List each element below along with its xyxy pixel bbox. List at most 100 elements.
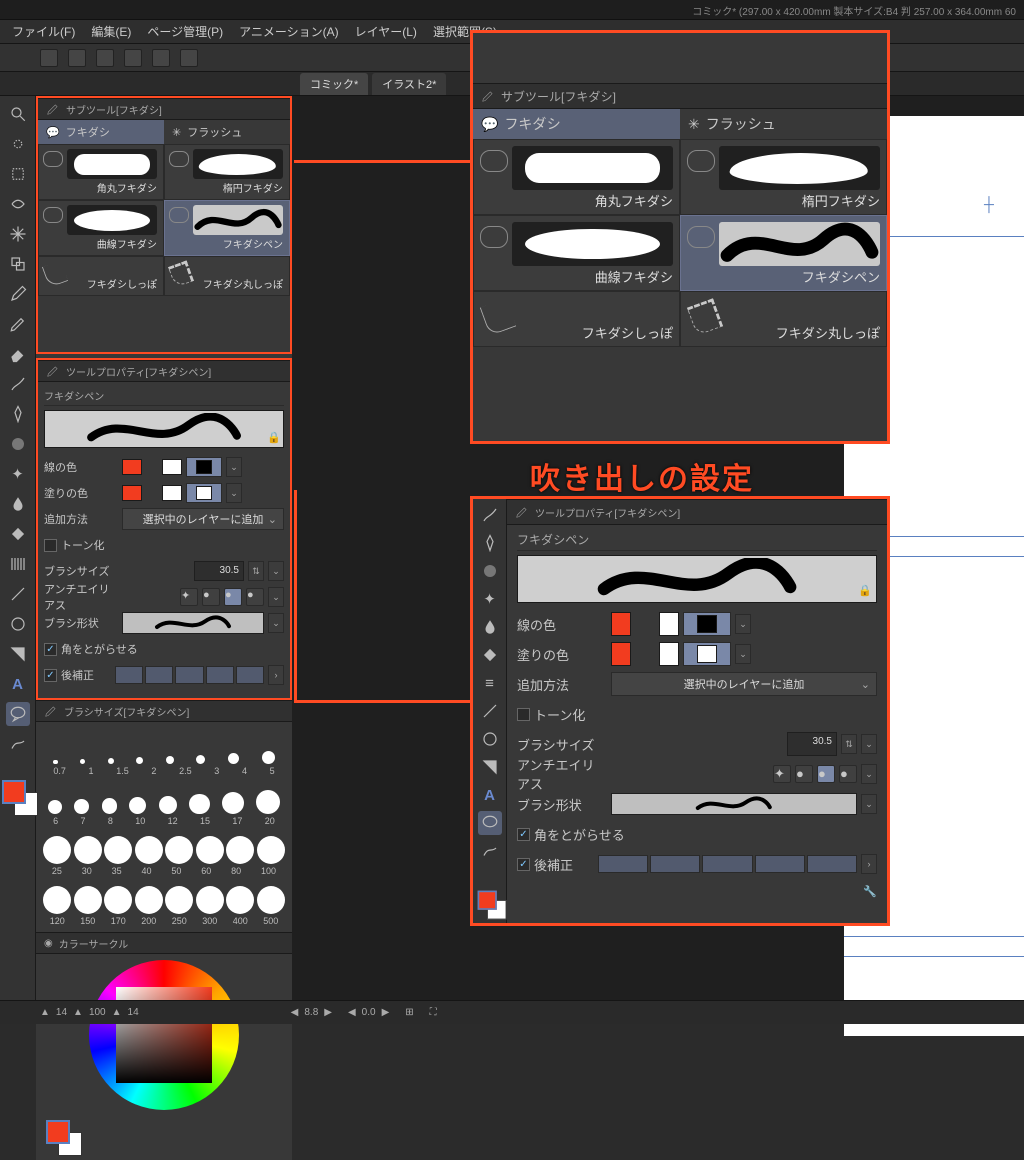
subtool-curve-balloon[interactable]: 曲線フキダシ bbox=[38, 200, 164, 256]
stepper-icon[interactable]: ⇅ bbox=[248, 561, 264, 581]
save-icon[interactable] bbox=[96, 49, 114, 67]
antialias-option-none[interactable]: ✦ bbox=[180, 588, 198, 606]
eyedropper-icon[interactable] bbox=[6, 282, 30, 306]
sharpen-checkbox[interactable] bbox=[44, 643, 57, 656]
tone-checkbox[interactable] bbox=[517, 708, 530, 721]
brush-size-dot[interactable] bbox=[222, 792, 244, 814]
fill-color-swatch[interactable] bbox=[611, 642, 631, 666]
subtool-tab-flash[interactable]: ✳ フラッシュ bbox=[680, 109, 887, 139]
shape-icon[interactable] bbox=[478, 727, 502, 751]
delete-icon[interactable] bbox=[180, 49, 198, 67]
pen-tool-icon[interactable] bbox=[6, 312, 30, 336]
fill-sub-swatch[interactable] bbox=[162, 485, 182, 501]
brush-size-dot[interactable] bbox=[159, 796, 177, 814]
move-layer-icon[interactable] bbox=[6, 222, 30, 246]
correct-line-icon[interactable] bbox=[478, 839, 502, 863]
sharpen-checkbox[interactable] bbox=[517, 828, 530, 841]
subtool-balloon-tail[interactable]: フキダシしっぽ bbox=[473, 291, 680, 347]
brush-size-dot[interactable] bbox=[104, 836, 132, 864]
antialias-option-mid[interactable]: ● bbox=[224, 588, 242, 606]
doc-tab-1[interactable]: コミック* bbox=[300, 73, 368, 95]
select-rect-icon[interactable] bbox=[6, 162, 30, 186]
brush-size-dot[interactable] bbox=[74, 886, 102, 914]
subtool-balloon-tail[interactable]: フキダシしっぽ bbox=[38, 256, 164, 296]
airbrush-icon[interactable] bbox=[478, 559, 502, 583]
postcorrect-levels[interactable] bbox=[598, 855, 857, 873]
correct-line-icon[interactable] bbox=[6, 732, 30, 756]
brush-size-dot[interactable] bbox=[104, 886, 132, 914]
brush-size-dot[interactable] bbox=[228, 753, 239, 764]
frame-icon[interactable] bbox=[478, 755, 502, 779]
chevron-down-icon[interactable]: ⌄ bbox=[226, 457, 242, 477]
doc-tab-2[interactable]: イラスト2* bbox=[372, 73, 446, 95]
brush-size-dot[interactable] bbox=[262, 751, 275, 764]
chevron-down-icon[interactable]: ⌄ bbox=[861, 734, 877, 754]
subtool-tab-flash[interactable]: ✳ フラッシュ bbox=[164, 120, 290, 144]
fill-icon[interactable] bbox=[6, 522, 30, 546]
undo-icon[interactable] bbox=[124, 49, 142, 67]
brush-size-dot[interactable] bbox=[226, 836, 254, 864]
brush-size-dot[interactable] bbox=[226, 886, 254, 914]
fill-icon[interactable] bbox=[478, 643, 502, 667]
move-tool-icon[interactable] bbox=[6, 132, 30, 156]
line-sub-swatch[interactable] bbox=[659, 612, 679, 636]
brush-size-dot[interactable] bbox=[189, 794, 210, 815]
chevron-down-icon[interactable]: ⌄ bbox=[735, 614, 751, 634]
antialias-option-strong[interactable]: ● bbox=[246, 588, 264, 606]
text-tool-icon[interactable]: A bbox=[6, 672, 30, 696]
brush-size-dot[interactable] bbox=[165, 836, 193, 864]
airbrush-icon[interactable] bbox=[6, 432, 30, 456]
brush-size-dot[interactable] bbox=[135, 836, 163, 864]
brush-size-dot[interactable] bbox=[43, 836, 71, 864]
line-icon[interactable] bbox=[6, 582, 30, 606]
brush-size-dot[interactable] bbox=[166, 756, 174, 764]
eraser-icon[interactable] bbox=[6, 342, 30, 366]
antialias-option-weak[interactable]: ● bbox=[202, 588, 220, 606]
antialias-option-weak[interactable]: ● bbox=[795, 765, 813, 783]
brush-tool-icon[interactable] bbox=[478, 503, 502, 527]
postcorrect-checkbox[interactable] bbox=[44, 669, 57, 682]
chevron-down-icon[interactable]: ⌄ bbox=[735, 644, 751, 664]
shape-icon[interactable] bbox=[6, 612, 30, 636]
brush-size-dot[interactable] bbox=[257, 886, 285, 914]
color-swatches[interactable] bbox=[477, 891, 506, 920]
menu-edit[interactable]: 編集(E) bbox=[85, 19, 137, 44]
line-main-select[interactable] bbox=[186, 457, 222, 477]
chevron-right-icon[interactable]: › bbox=[861, 854, 877, 874]
fill-main-select[interactable] bbox=[683, 642, 731, 666]
add-method-select[interactable]: 選択中のレイヤーに追加 bbox=[122, 508, 284, 530]
operation-icon[interactable] bbox=[6, 252, 30, 276]
brush-size-dot[interactable] bbox=[196, 836, 224, 864]
brush-size-dot[interactable] bbox=[135, 886, 163, 914]
color-swatches[interactable] bbox=[46, 1120, 82, 1156]
chevron-right-icon[interactable]: › bbox=[268, 665, 284, 685]
chevron-down-icon[interactable]: ⌄ bbox=[268, 587, 284, 607]
fill-color-swatch[interactable] bbox=[122, 485, 142, 501]
add-method-select[interactable]: 選択中のレイヤーに追加 bbox=[611, 672, 877, 696]
fill-sub-swatch[interactable] bbox=[659, 642, 679, 666]
balloon-tool-icon[interactable] bbox=[478, 811, 502, 835]
subtool-curve-balloon[interactable]: 曲線フキダシ bbox=[473, 215, 680, 291]
menu-page[interactable]: ページ管理(P) bbox=[141, 19, 229, 44]
line-icon[interactable] bbox=[478, 699, 502, 723]
chevron-down-icon[interactable]: ⌄ bbox=[268, 561, 284, 581]
gradient-icon[interactable] bbox=[6, 552, 30, 576]
brush-size-input[interactable]: 30.5 bbox=[787, 732, 837, 756]
subtool-rounded-balloon[interactable]: 角丸フキダシ bbox=[38, 144, 164, 200]
brush-size-dot[interactable] bbox=[136, 757, 143, 764]
text-tool-icon[interactable]: A bbox=[478, 783, 502, 807]
brush-size-dot[interactable] bbox=[74, 799, 89, 814]
lock-icon[interactable]: 🔒 bbox=[858, 584, 870, 596]
lock-icon[interactable]: 🔒 bbox=[267, 431, 279, 443]
brush-size-dot[interactable] bbox=[48, 800, 62, 814]
subtool-rounded-balloon[interactable]: 角丸フキダシ bbox=[473, 139, 680, 215]
brush-size-dot[interactable] bbox=[256, 790, 280, 814]
chevron-down-icon[interactable]: ⌄ bbox=[861, 764, 877, 784]
subtool-balloon-round-tail[interactable]: フキダシ丸しっぽ bbox=[164, 256, 290, 296]
foreground-background-swatch[interactable] bbox=[2, 780, 38, 816]
line-main-select[interactable] bbox=[683, 612, 731, 636]
brush-size-dot[interactable] bbox=[53, 760, 57, 764]
wrench-icon[interactable]: 🔧 bbox=[517, 885, 877, 898]
brush-size-input[interactable]: 30.5 bbox=[194, 561, 244, 581]
brush-size-dot[interactable] bbox=[196, 886, 224, 914]
